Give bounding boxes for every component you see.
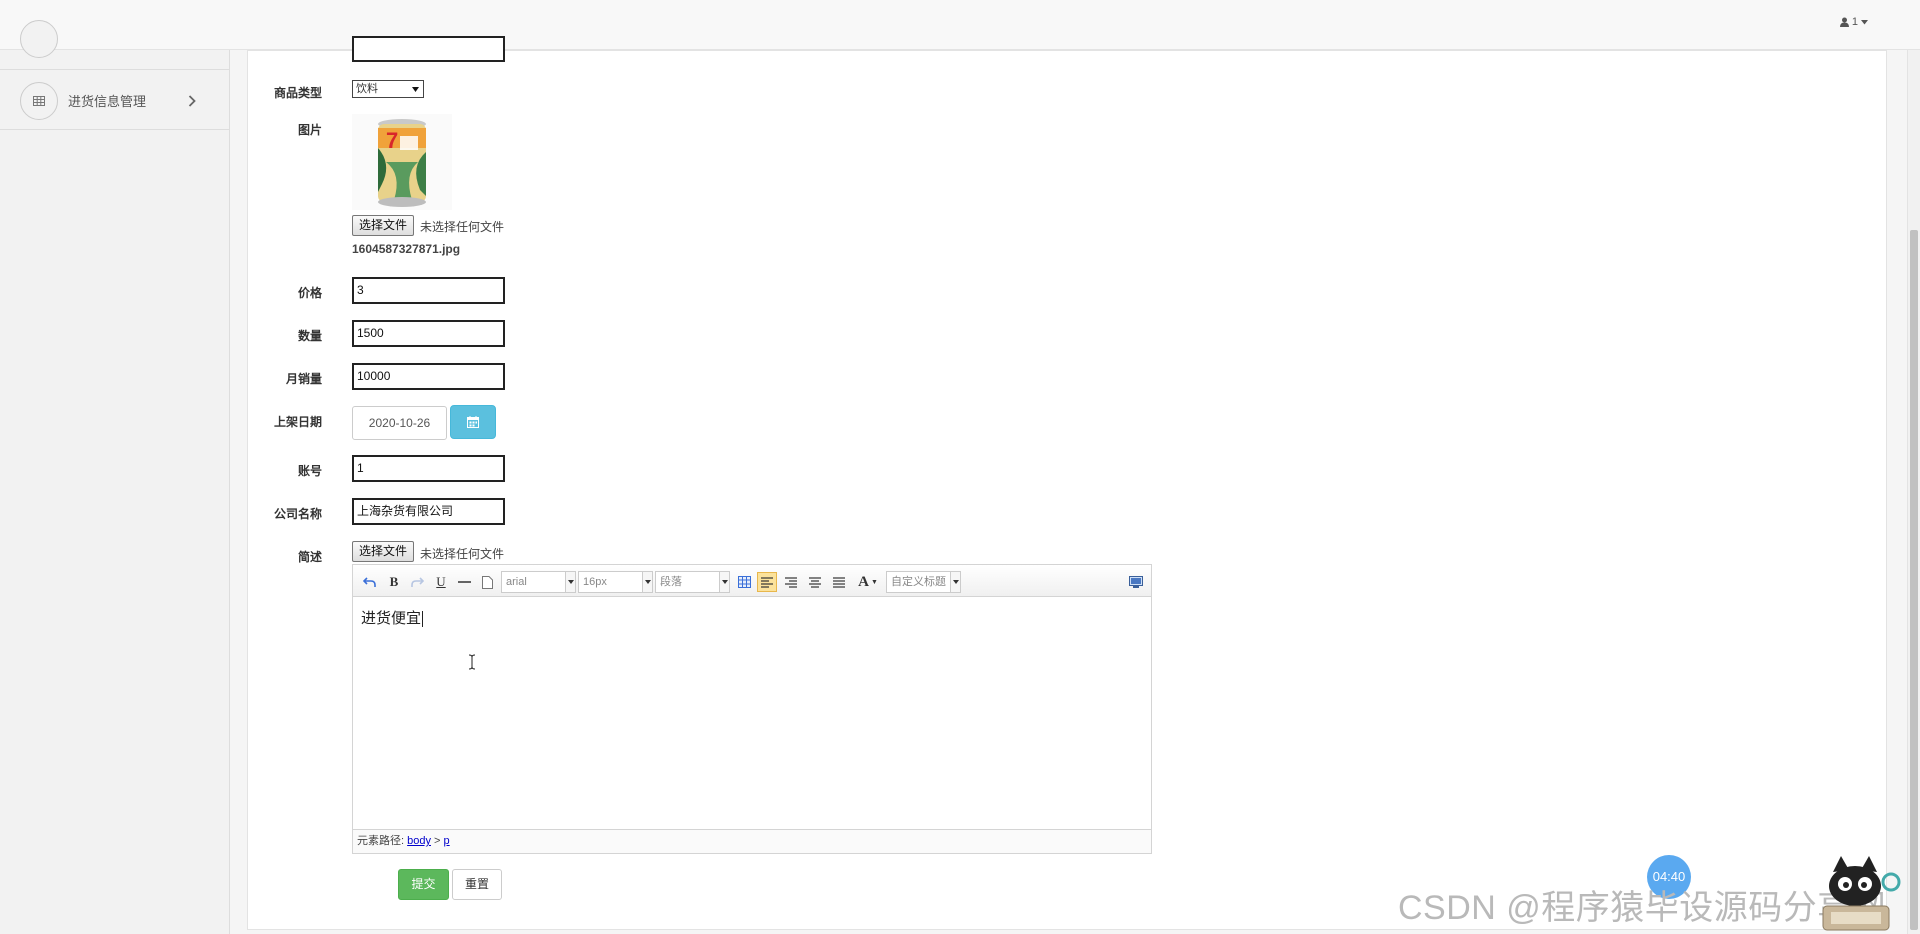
table-icon[interactable] [734,572,754,592]
table-icon [20,81,58,120]
sidebar-item-purchase-info[interactable]: 进货信息管理 [0,72,229,130]
monthly-sales-input[interactable]: 10000 [352,363,505,390]
calendar-icon [467,416,479,428]
align-center-icon[interactable] [805,572,825,592]
price-input[interactable]: 3 [352,277,505,304]
product-name-input-partial[interactable] [352,36,505,62]
listing-date-input[interactable]: 2020-10-26 [352,406,447,440]
user-name: 1 [1851,16,1858,28]
font-color-icon[interactable]: A ▼ [855,572,881,592]
font-family-select[interactable]: arial [501,571,576,593]
listing-date-label: 上架日期 [273,415,322,429]
undo-icon[interactable] [359,572,379,592]
horizontal-rule-icon[interactable] [454,572,474,592]
price-label: 价格 [297,286,322,300]
image-label: 图片 [297,123,322,137]
quantity-input[interactable]: 1500 [352,320,505,347]
quantity-label: 数量 [297,329,322,343]
editor-toolbar: B U arial 16px 段落 A ▼ 自定义标题 [353,565,1151,597]
reset-button[interactable]: 重置 [452,869,502,900]
product-type-label: 商品类型 [273,86,322,100]
product-image: 7 [352,114,452,210]
company-input[interactable]: 上海杂货有限公司 [352,498,505,525]
page-icon[interactable] [477,572,497,592]
align-left-icon[interactable] [757,572,777,592]
cat-mascot-icon [1822,856,1901,931]
calendar-button[interactable] [450,405,496,439]
redo-icon[interactable] [407,572,427,592]
image-no-file-text: 未选择任何文件 [420,220,505,234]
sidebar: 进货信息管理 [0,19,230,934]
user-icon [1839,17,1849,27]
align-right-icon[interactable] [781,572,801,592]
preview-icon[interactable] [1126,572,1146,592]
path-body-link[interactable]: body [407,835,431,847]
svg-text:7: 7 [386,128,398,153]
chevron-right-icon [188,94,196,107]
editor-content-area[interactable]: 进货便宜 [353,598,1151,820]
image-filename: 1604587327871.jpg [352,242,461,256]
sidebar-item-label: 进货信息管理 [68,94,147,109]
description-label: 简述 [297,550,322,564]
top-navbar: 1 [0,0,1920,50]
page-scrollbar[interactable] [1907,50,1920,934]
sidebar-item-icon [20,19,58,58]
company-label: 公司名称 [273,507,322,521]
select-arrow-icon [412,87,419,92]
monthly-sales-label: 月销量 [285,372,322,386]
account-label: 账号 [297,464,322,478]
rich-text-editor: B U arial 16px 段落 A ▼ 自定义标题 进货便宜 元素路径: b… [352,564,1152,854]
scrollbar-thumb[interactable] [1910,230,1918,930]
underline-icon[interactable]: U [431,572,451,592]
sidebar-item-partial[interactable] [0,19,229,70]
custom-title-select[interactable]: 自定义标题 [886,571,961,593]
caret-down-icon [1861,19,1868,24]
path-p-link[interactable]: p [444,835,450,847]
align-justify-icon[interactable] [829,572,849,592]
product-type-select[interactable]: 饮料 [352,80,424,98]
font-size-select[interactable]: 16px [578,571,653,593]
element-path-bar: 元素路径: body > p [353,829,1151,853]
account-input[interactable]: 1 [352,455,505,482]
bold-icon[interactable]: B [384,572,404,592]
text-cursor-icon [468,654,476,670]
user-menu[interactable]: 1 [1839,16,1868,28]
image-choose-file-button[interactable]: 选择文件 [352,215,415,236]
description-no-file-text: 未选择任何文件 [420,547,505,561]
paragraph-format-select[interactable]: 段落 [655,571,730,593]
submit-button[interactable]: 提交 [398,869,449,900]
description-choose-file-button[interactable]: 选择文件 [352,541,415,562]
